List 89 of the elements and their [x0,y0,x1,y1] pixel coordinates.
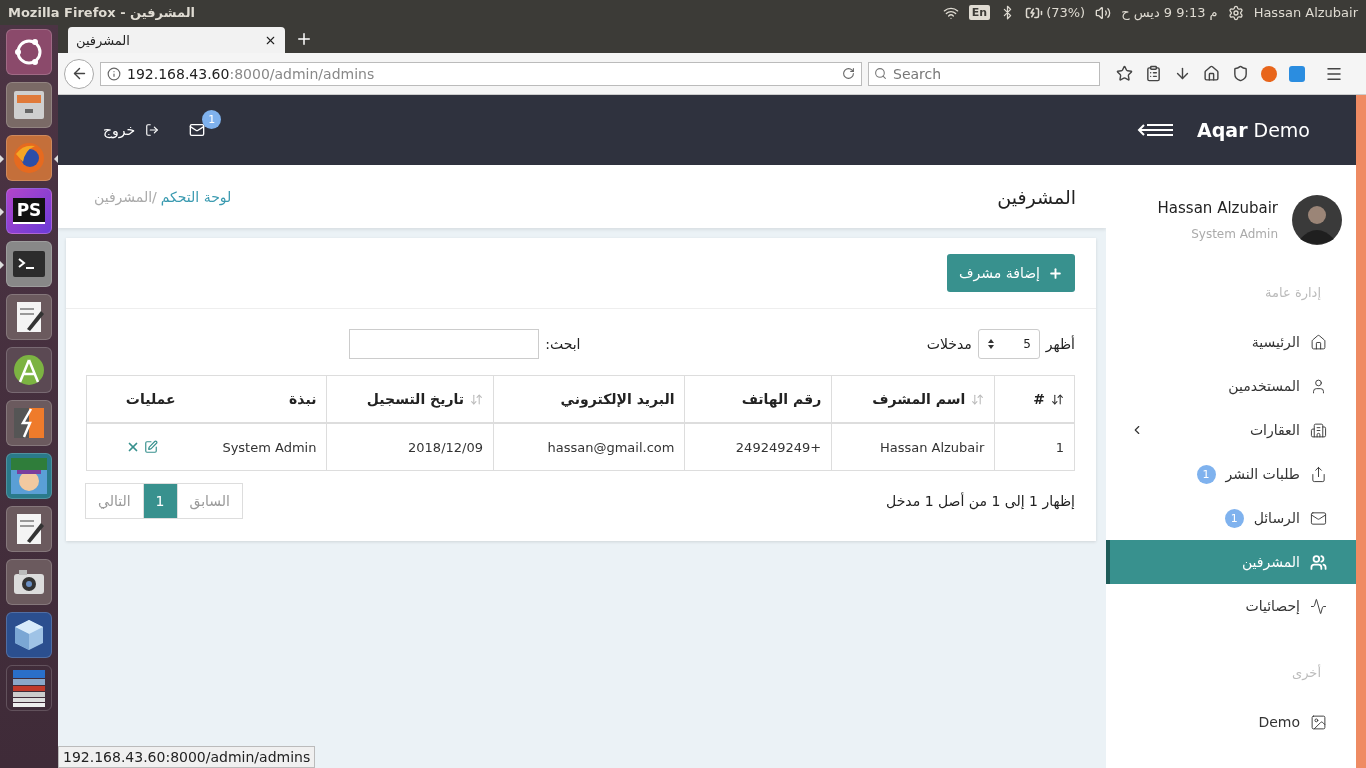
section-title: إدارة عامة [1265,284,1321,300]
logout-icon [145,123,160,137]
column-header[interactable]: # [994,375,1075,423]
launcher-button[interactable] [6,559,52,605]
column-header[interactable]: تاريخ التسجيل [326,375,494,423]
table-cell: 1 [994,423,1075,471]
count-badge: 1 [1196,464,1216,484]
sidebar-item[interactable]: المستخدمين [1106,364,1356,408]
page-size-select[interactable]: 5 [977,329,1040,359]
launcher-button[interactable] [6,665,52,711]
search-field[interactable] [349,329,540,359]
section-title: أخرى [1292,664,1321,680]
logout-link[interactable]: خروج [103,122,160,138]
profile-role: System Admin [1190,227,1278,241]
user-name[interactable]: Hassan Alzubair [1253,5,1358,20]
edit-icon[interactable] [143,440,158,454]
breadcrumb-current: /المشرفين [94,188,157,205]
launcher-button[interactable] [6,612,52,658]
count-badge: 1 [1224,508,1244,528]
entries-label: مدخلات [926,336,972,352]
profile-name: Hassan Alzubair [1157,199,1278,217]
search-field[interactable]: Search [868,61,1100,86]
users-icon [1310,553,1327,571]
table-info: إظهار 1 إلى 1 من أصل 1 مدخل [886,493,1075,509]
user-icon [1310,377,1327,395]
globe-icon [11,140,47,176]
home-icon[interactable] [1203,65,1220,82]
line-chart-icon [1310,597,1327,615]
clock[interactable]: م 9:13 9 ديس ح [1121,5,1218,20]
add-admin-button[interactable]: إضافة مشرف [947,254,1075,292]
home-icon [1310,333,1327,351]
sidebar-item[interactable]: إحصائيات [1106,584,1356,628]
star-icon[interactable] [1116,65,1133,82]
download-icon[interactable] [1174,65,1191,82]
launcher-button[interactable] [6,294,52,340]
column-header[interactable]: رقم الهاتف [684,375,832,423]
notification-badge: 1 [202,110,222,129]
column-header[interactable]: نبذة [185,375,327,423]
table-cell: 2018/12/09 [326,423,494,471]
building-icon [1310,421,1327,439]
addon-icon[interactable] [1261,65,1277,82]
brand-logo[interactable]: Aqar Demo [1197,119,1310,141]
table-cell: hassan@gmail.com [493,423,685,471]
sort-icon[interactable] [1051,392,1064,406]
image-icon [1310,713,1327,731]
launcher-button[interactable] [6,347,52,393]
search-icon [874,66,887,80]
share-icon [1310,465,1327,483]
game-art-icon [10,457,48,495]
browser-tab[interactable]: المشرفين [68,27,285,53]
search-label: ابحث: [545,336,581,352]
table-cell: Hassan Alzubair [831,423,995,471]
caret-icon [986,338,995,350]
launcher-button[interactable] [6,400,52,446]
info-icon[interactable] [107,66,121,81]
clipboard-icon[interactable] [1145,65,1162,82]
column-header[interactable]: البريد الإلكتروني [493,375,685,423]
menu-icon[interactable] [1137,122,1175,138]
shield-icon[interactable] [1232,65,1249,82]
sidebar-item[interactable]: Demo [1106,700,1356,744]
volume-icon[interactable] [1095,4,1112,21]
reload-icon[interactable] [842,67,855,80]
column-header[interactable]: اسم المشرف [831,375,995,423]
sidebar-item[interactable]: المشرفين [1106,540,1356,584]
lightning-icon [11,405,47,441]
launcher-button[interactable] [6,29,52,75]
back-button[interactable] [64,58,94,89]
compass-icon [11,352,47,388]
sidebar-item[interactable]: العقارات [1106,408,1356,452]
sidebar-item[interactable]: الرئيسية [1106,320,1356,364]
envelope-icon[interactable] [189,122,206,138]
table-cell: System Admin [185,423,327,471]
keyboard-layout-indicator[interactable]: En [968,5,991,20]
settings-icon[interactable] [1227,4,1244,21]
column-header[interactable]: عمليات [86,375,186,423]
new-tab-icon[interactable] [295,30,313,48]
table-cell: +249249249 [684,423,832,471]
battery-percent: (73%) [1046,5,1086,20]
status-url: 192.168.43.60:8000/admin/admins [58,746,316,768]
launcher-button[interactable] [6,506,52,552]
show-label: أظهر [1045,336,1075,352]
plus-icon [1048,265,1063,281]
url-field[interactable]: 192.168.43.60:8000/admin/admins [100,61,862,86]
addon-icon[interactable] [1289,65,1305,82]
page-title: المشرفين [997,185,1076,208]
pagination-button[interactable]: 1 [142,483,178,519]
window-title: Mozilla Firefox - المشرفين [8,5,195,20]
envelope-icon [1310,509,1327,527]
avatar [1292,195,1342,245]
